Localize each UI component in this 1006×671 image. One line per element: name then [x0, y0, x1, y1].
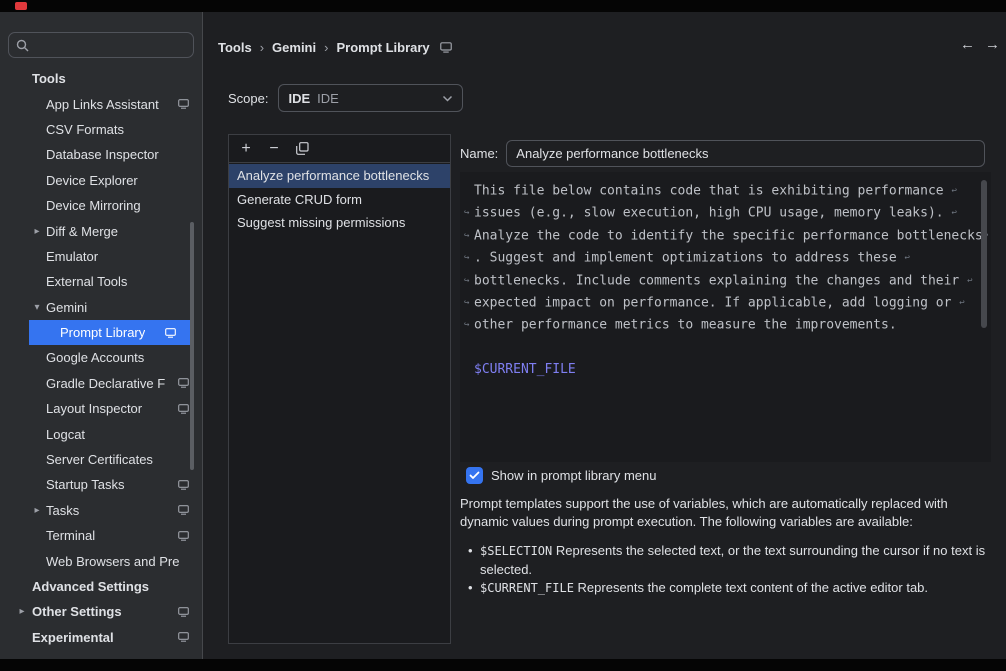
sidebar-item-server-certificates[interactable]: Server Certificates: [0, 447, 203, 472]
settings-dialog: Tools App Links Assistant CSV Formats Da…: [0, 12, 1006, 659]
sidebar-scrollbar[interactable]: [190, 222, 194, 470]
editor-scrollbar[interactable]: [981, 180, 987, 328]
search-input[interactable]: [35, 38, 186, 53]
scope-hint: IDE: [317, 91, 339, 106]
prompt-list-toolbar: + −: [229, 135, 450, 163]
ide-scope-icon: [178, 531, 189, 541]
sidebar-item-web-browsers[interactable]: Web Browsers and Pre: [0, 548, 203, 573]
forward-arrow-icon[interactable]: →: [985, 36, 1000, 53]
add-button[interactable]: +: [235, 138, 257, 160]
back-arrow-icon[interactable]: ←: [960, 36, 975, 53]
ide-scope-icon: [165, 328, 176, 338]
variables-list: $SELECTION Represents the selected text,…: [466, 542, 993, 599]
ide-scope-icon: [178, 99, 189, 109]
breadcrumb-separator: ›: [260, 40, 264, 55]
scope-dropdown[interactable]: IDE IDE: [278, 84, 463, 112]
sidebar-item-database-inspector[interactable]: Database Inspector: [0, 142, 203, 167]
chevron-right-icon[interactable]: ▸: [30, 226, 44, 237]
scope-row: Scope: IDE IDE: [228, 84, 463, 112]
prompt-text-editor[interactable]: This file below contains code that is ex…: [460, 172, 991, 462]
variables-help-text: Prompt templates support the use of vari…: [460, 495, 993, 530]
ide-scope-icon: [178, 505, 189, 515]
sidebar-item-google-accounts[interactable]: Google Accounts: [0, 345, 203, 370]
sidebar-item-logcat[interactable]: Logcat: [0, 421, 203, 446]
sidebar-item-startup-tasks[interactable]: Startup Tasks: [0, 472, 203, 497]
sidebar-item-layout-inspector[interactable]: Layout Inspector: [0, 396, 203, 421]
sidebar-item-csv-formats[interactable]: CSV Formats: [0, 117, 203, 142]
show-in-library-label: Show in prompt library menu: [491, 468, 656, 483]
search-icon: [16, 39, 29, 52]
variable-token: $CURRENT_FILE: [464, 359, 989, 381]
breadcrumb-separator: ›: [324, 40, 328, 55]
sidebar-item-prompt-library[interactable]: Prompt Library: [29, 320, 190, 345]
sidebar-item-tasks[interactable]: ▸Tasks: [0, 498, 203, 523]
name-label: Name:: [460, 146, 498, 161]
ide-scope-icon: [440, 42, 452, 53]
history-navigation: ← →: [960, 36, 1000, 53]
sidebar-item-emulator[interactable]: Emulator: [0, 244, 203, 269]
wrap-icon: ↩: [951, 180, 961, 202]
settings-search[interactable]: [8, 32, 194, 58]
breadcrumb-gemini[interactable]: Gemini: [272, 40, 316, 55]
wrap-icon: ↪: [464, 247, 474, 269]
scope-label: Scope:: [228, 91, 268, 106]
settings-tree: Tools App Links Assistant CSV Formats Da…: [0, 66, 203, 650]
wrap-icon: ↪: [464, 270, 474, 292]
chevron-right-icon[interactable]: ▸: [30, 505, 44, 516]
window-bottom-bar: [0, 659, 1006, 671]
sidebar-item-device-mirroring[interactable]: Device Mirroring: [0, 193, 203, 218]
remove-button[interactable]: −: [263, 138, 285, 160]
window-top-bar: [0, 0, 1006, 12]
breadcrumb-prompt-library: Prompt Library: [336, 40, 429, 55]
wrap-icon: ↩: [904, 247, 914, 269]
chevron-down-icon[interactable]: ▾: [30, 302, 44, 313]
ide-scope-icon: [178, 607, 189, 617]
sidebar-item-advanced-settings[interactable]: Advanced Settings: [0, 574, 203, 599]
wrap-icon: ↩: [959, 292, 969, 314]
sidebar-item-other-settings[interactable]: ▸Other Settings: [0, 599, 203, 624]
name-row: Name:: [460, 140, 985, 167]
sidebar-item-gemini[interactable]: ▾Gemini: [0, 295, 203, 320]
sidebar-item-terminal[interactable]: Terminal: [0, 523, 203, 548]
chevron-right-icon[interactable]: ▸: [15, 606, 29, 617]
name-input[interactable]: [506, 140, 985, 167]
wrap-icon: ↩: [967, 270, 977, 292]
breadcrumb: Tools › Gemini › Prompt Library: [218, 38, 452, 56]
wrap-icon: ↪: [464, 292, 474, 314]
show-in-library-checkbox[interactable]: [466, 467, 483, 484]
variable-current-file-token: $CURRENT_FILE: [480, 581, 574, 595]
wrap-icon: ↪: [464, 314, 474, 336]
sidebar-item-experimental[interactable]: Experimental: [0, 625, 203, 650]
sidebar-item-device-explorer[interactable]: Device Explorer: [0, 168, 203, 193]
wrap-icon: ↩: [951, 202, 961, 224]
record-indicator-dot: [15, 2, 27, 10]
sidebar-item-tools[interactable]: Tools: [0, 66, 203, 91]
variable-current-file-item: $CURRENT_FILE Represents the complete te…: [466, 579, 993, 598]
sidebar-item-external-tools[interactable]: External Tools: [0, 269, 203, 294]
settings-content: Tools › Gemini › Prompt Library ← → Scop…: [203, 12, 1006, 659]
chevron-down-icon: [442, 95, 453, 102]
sidebar-item-app-links-assistant[interactable]: App Links Assistant: [0, 91, 203, 116]
wrap-icon: ↪: [464, 202, 474, 224]
list-item-analyze-performance[interactable]: Analyze performance bottlenecks: [229, 164, 450, 188]
sidebar-item-gradle-declarative[interactable]: Gradle Declarative F: [0, 371, 203, 396]
scope-value: IDE: [288, 91, 310, 106]
settings-sidebar: Tools App Links Assistant CSV Formats Da…: [0, 12, 203, 659]
show-in-library-row: Show in prompt library menu: [466, 467, 656, 484]
ide-scope-icon: [178, 480, 189, 490]
list-item-generate-crud[interactable]: Generate CRUD form: [229, 188, 450, 212]
breadcrumb-tools[interactable]: Tools: [218, 40, 252, 55]
list-item-suggest-permissions[interactable]: Suggest missing permissions: [229, 211, 450, 235]
sidebar-item-diff-merge[interactable]: ▸Diff & Merge: [0, 218, 203, 243]
copy-icon[interactable]: [291, 138, 313, 160]
ide-scope-icon: [178, 632, 189, 642]
ide-scope-icon: [178, 404, 189, 414]
prompt-list: Analyze performance bottlenecks Generate…: [229, 163, 450, 235]
wrap-icon: ↪: [464, 225, 474, 247]
variable-selection-token: $SELECTION: [480, 544, 552, 558]
ide-scope-icon: [178, 378, 189, 388]
variable-selection-item: $SELECTION Represents the selected text,…: [466, 542, 993, 578]
prompt-list-panel: + − Analyze performance bottlenecks Gene…: [228, 134, 451, 644]
